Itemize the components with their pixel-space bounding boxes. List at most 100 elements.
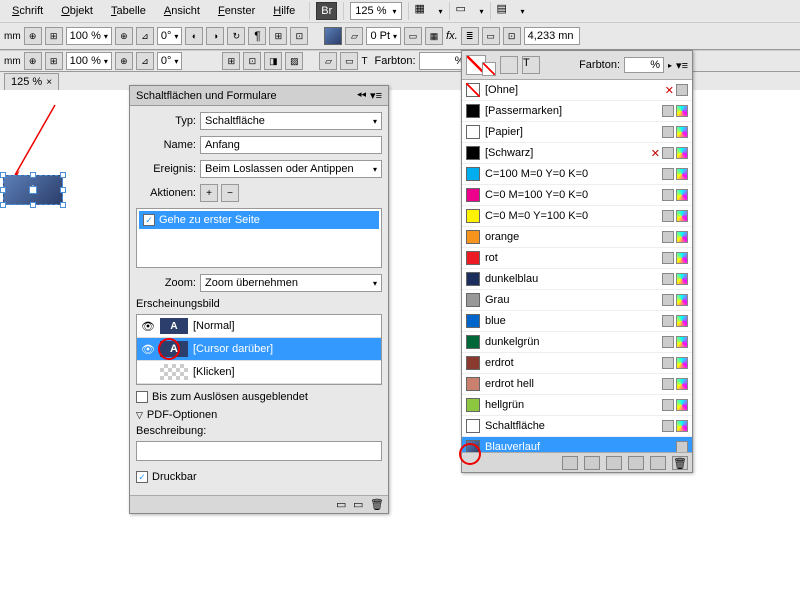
type-icon[interactable]: T	[361, 56, 367, 67]
swatch-row[interactable]: erdrot	[462, 353, 692, 374]
state-hover[interactable]: 👁 A [Cursor darüber]	[137, 338, 381, 361]
bridge-button[interactable]: Br	[316, 2, 337, 20]
tool-b9[interactable]: ▱	[319, 52, 337, 70]
link-icon-2[interactable]: ⊕	[115, 27, 133, 45]
swatch-row[interactable]: [Schwarz]✕	[462, 143, 692, 164]
actions-list[interactable]: ✓ Gehe zu erster Seite	[136, 208, 382, 268]
stroke-swatch[interactable]: ▱	[345, 27, 363, 45]
paragraph-icon[interactable]: ¶	[248, 27, 266, 45]
panel-menu-icon[interactable]: ▾≡	[676, 59, 688, 72]
screen-mode-icon[interactable]: ▭	[456, 2, 478, 20]
ereignis-dropdown[interactable]: Beim Loslassen oder Antippen▾	[200, 160, 382, 178]
swatch-row[interactable]: dunkelgrün	[462, 332, 692, 353]
visibility-icon[interactable]: 👁	[141, 320, 155, 333]
swatch-row[interactable]: dunkelblau	[462, 269, 692, 290]
tint-arrow[interactable]: ▸	[668, 61, 672, 70]
tool-icon-2[interactable]: ⊿	[136, 27, 154, 45]
trash-icon[interactable]: 🗑	[672, 456, 688, 470]
swatch-row[interactable]: Blauverlauf	[462, 437, 692, 452]
hidden-checkbox[interactable]	[136, 391, 148, 403]
fx-icon[interactable]: fx.	[446, 30, 458, 42]
tool-icon-3[interactable]: ◐	[185, 27, 203, 45]
trash-icon[interactable]: 🗑	[370, 498, 384, 512]
swatch-row[interactable]: erdrot hell	[462, 374, 692, 395]
menu-schrift[interactable]: Schrift	[4, 2, 51, 20]
menu-objekt[interactable]: Objekt	[53, 2, 101, 20]
menu-hilfe[interactable]: Hilfe	[265, 2, 303, 20]
tool-icon-9[interactable]: ▦	[425, 27, 443, 45]
action-item[interactable]: ✓ Gehe zu erster Seite	[139, 211, 379, 229]
swatch-row[interactable]: [Ohne]✕	[462, 80, 692, 101]
visibility-icon[interactable]: 👁	[141, 343, 155, 356]
swatch-row[interactable]: [Papier]	[462, 122, 692, 143]
menu-tabelle[interactable]: Tabelle	[103, 2, 154, 20]
sw-footer-3[interactable]	[606, 456, 622, 470]
tool-b2[interactable]: ⊞	[45, 52, 63, 70]
swatch-row[interactable]: [Passermarken]	[462, 101, 692, 122]
tool-b8[interactable]: ▨	[285, 52, 303, 70]
tool-b6[interactable]: ⊡	[243, 52, 261, 70]
action-checkbox[interactable]: ✓	[143, 214, 155, 226]
panel-header[interactable]: Schaltflächen und Formulare ◂◂▾≡	[130, 86, 388, 106]
add-action-button[interactable]: +	[200, 184, 218, 202]
tool-b10[interactable]: ▭	[340, 52, 358, 70]
menu-fenster[interactable]: Fenster	[210, 2, 263, 20]
rotate-field[interactable]: 0°▾	[157, 27, 183, 45]
swatch-row[interactable]: Grau	[462, 290, 692, 311]
tool-icon-11[interactable]: ▭	[482, 27, 500, 45]
swatches-list[interactable]: [Ohne]✕[Passermarken][Papier][Schwarz]✕C…	[462, 80, 692, 452]
tool-b1[interactable]: ⊕	[24, 52, 42, 70]
swatch-hdr-btn2[interactable]: T	[522, 56, 540, 74]
link-icon[interactable]: ⊕	[24, 27, 42, 45]
swatch-row[interactable]: orange	[462, 227, 692, 248]
zoom-dropdown[interactable]: 125 %▾	[350, 2, 401, 20]
swatch-hdr-btn1[interactable]	[500, 56, 518, 74]
tool-icon-4[interactable]: ◑	[206, 27, 224, 45]
stroke-weight-field[interactable]: 0 Pt▾	[366, 27, 401, 45]
typ-dropdown[interactable]: Schaltfläche▾	[200, 112, 382, 130]
tint-value[interactable]: %	[624, 57, 664, 73]
swatch-row[interactable]: blue	[462, 311, 692, 332]
sw-footer-1[interactable]	[562, 456, 578, 470]
scale-y-field[interactable]: 100 %▾	[66, 52, 112, 70]
menu-ansicht[interactable]: Ansicht	[156, 2, 208, 20]
tool-b3[interactable]: ⊕	[115, 52, 133, 70]
swatch-row[interactable]: Schaltfläche	[462, 416, 692, 437]
swatch-row[interactable]: rot	[462, 248, 692, 269]
beschreibung-input[interactable]	[136, 441, 382, 461]
crop-icon[interactable]: ⊡	[503, 27, 521, 45]
document-tab[interactable]: 125 % ×	[4, 73, 59, 90]
hidden-checkbox-row[interactable]: Bis zum Auslösen ausgeblendet	[136, 391, 382, 403]
swatch-row[interactable]: hellgrün	[462, 395, 692, 416]
tool-icon-6[interactable]: ⊞	[269, 27, 287, 45]
footer-btn-1[interactable]: ▭	[336, 498, 350, 512]
layout-icon[interactable]: ▦	[415, 2, 437, 20]
state-normal[interactable]: 👁 A [Normal]	[137, 315, 381, 338]
fill-swatch[interactable]	[324, 27, 342, 45]
swatch-row[interactable]: C=0 M=0 Y=100 K=0	[462, 206, 692, 227]
tool-icon-10[interactable]: ≣	[461, 27, 479, 45]
tool-b7[interactable]: ◨	[264, 52, 282, 70]
tool-b4[interactable]: ⊿	[136, 52, 154, 70]
new-swatch-icon[interactable]	[650, 456, 666, 470]
sw-footer-4[interactable]	[628, 456, 644, 470]
tool-icon-8[interactable]: ▭	[404, 27, 422, 45]
druckbar-checkbox[interactable]: ✓	[136, 471, 148, 483]
footer-btn-2[interactable]: ▭	[353, 498, 367, 512]
panel-collapse-icon[interactable]: ◂◂	[357, 89, 366, 102]
measure-field[interactable]: 4,233 mn	[524, 27, 580, 45]
swatch-row[interactable]: C=100 M=0 Y=0 K=0	[462, 164, 692, 185]
remove-action-button[interactable]: −	[221, 184, 239, 202]
sw-footer-2[interactable]	[584, 456, 600, 470]
arrange-icon[interactable]: ▤	[497, 2, 519, 20]
tool-icon-5[interactable]: ↻	[227, 27, 245, 45]
pdf-options-toggle[interactable]: ▽ PDF-Optionen	[136, 409, 382, 421]
swatch-row[interactable]: C=0 M=100 Y=0 K=0	[462, 185, 692, 206]
tool-icon-7[interactable]: ⊡	[290, 27, 308, 45]
stroke-none-swatch[interactable]	[482, 62, 496, 76]
druckbar-row[interactable]: ✓ Druckbar	[136, 471, 382, 483]
panel-menu-icon[interactable]: ▾≡	[370, 89, 382, 102]
shear-field[interactable]: 0°▾	[157, 52, 183, 70]
close-tab-icon[interactable]: ×	[46, 77, 52, 88]
tool-icon-1[interactable]: ⊞	[45, 27, 63, 45]
